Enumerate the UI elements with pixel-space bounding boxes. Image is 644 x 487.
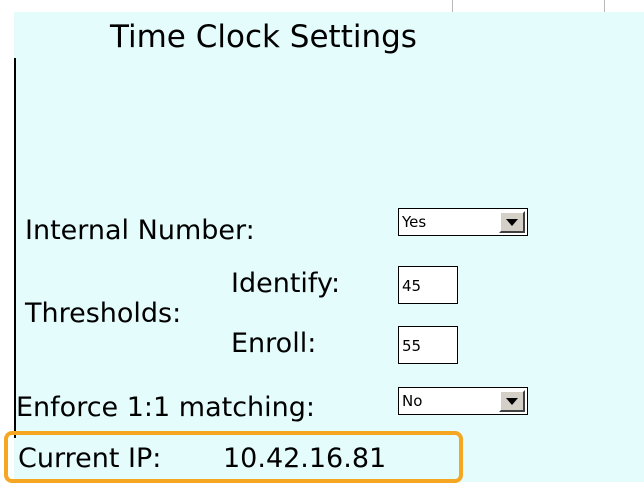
window-top-edge <box>0 0 644 12</box>
enroll-threshold-input[interactable]: 55 <box>398 326 458 364</box>
identify-threshold-value: 45 <box>402 277 422 295</box>
current-ip-value: 10.42.16.81 <box>223 443 387 474</box>
enroll-label: Enroll: <box>231 328 317 359</box>
identify-threshold-input[interactable]: 45 <box>398 266 458 304</box>
internal-number-label: Internal Number: <box>25 215 255 246</box>
enforce-matching-select[interactable]: No <box>398 387 528 415</box>
enroll-threshold-value: 55 <box>402 337 422 355</box>
chevron-down-icon[interactable] <box>499 390 525 412</box>
current-ip-label: Current IP: <box>18 443 162 474</box>
column-divider <box>604 0 605 12</box>
enforce-matching-value: No <box>402 392 423 410</box>
thresholds-label: Thresholds: <box>25 298 182 329</box>
internal-number-value: Yes <box>402 213 427 231</box>
enforce-matching-label: Enforce 1:1 matching: <box>16 392 316 423</box>
internal-number-select[interactable]: Yes <box>398 208 528 236</box>
chevron-down-icon[interactable] <box>499 211 525 233</box>
page-title: Time Clock Settings <box>110 19 417 55</box>
column-divider <box>452 0 453 12</box>
identify-label: Identify: <box>231 268 341 299</box>
panel-left-border <box>14 58 16 438</box>
